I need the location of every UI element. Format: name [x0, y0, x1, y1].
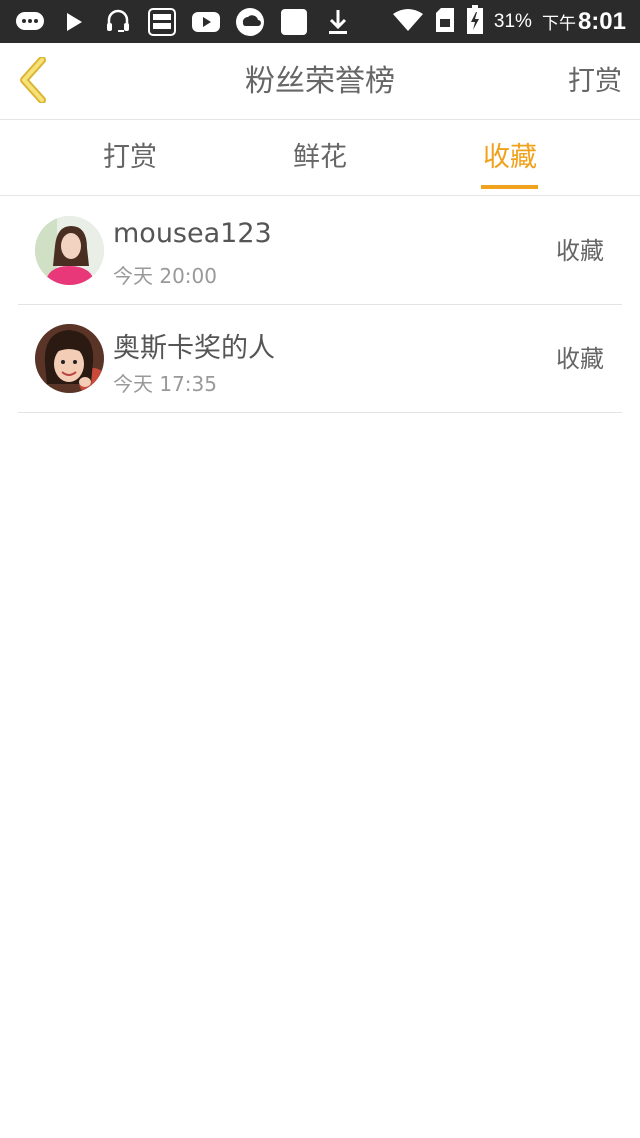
tab-flowers[interactable]: 鲜花 [245, 120, 395, 196]
list-item-action: 收藏 [556, 237, 604, 265]
list-item[interactable]: 奥斯卡奖的人 今天 17:35 收藏 [18, 305, 622, 413]
clock-time: 8:01 [577, 7, 626, 35]
list-item-time: 今天 17:35 [113, 372, 217, 396]
status-bar: 31% 下午 8:01 [0, 0, 640, 43]
list-item-name: 奥斯卡奖的人 [113, 333, 275, 364]
clock-ampm: 下午 [541, 13, 576, 33]
play-icon [58, 7, 90, 37]
list-item-action: 收藏 [556, 345, 604, 373]
tab-bar: 打赏 鲜花 收藏 [0, 120, 640, 196]
download-icon [322, 7, 354, 37]
sim-card-icon [434, 7, 456, 37]
wifi-icon [392, 8, 424, 36]
active-tab-indicator [481, 185, 538, 189]
avatar [35, 324, 104, 393]
list-item-name: mousea123 [113, 218, 272, 249]
headset-icon [102, 7, 134, 37]
battery-charging-icon [466, 4, 484, 39]
app-header: 粉丝荣誉榜 打赏 [0, 43, 640, 120]
game-center-icon [146, 7, 178, 37]
youtube-icon [190, 7, 222, 37]
status-clock: 下午 8:01 [542, 8, 626, 36]
avatar [35, 216, 104, 285]
blank-square-icon [278, 7, 310, 37]
tab-reward[interactable]: 打赏 [55, 120, 205, 196]
list-item-time: 今天 20:00 [113, 264, 217, 288]
weather-icon [234, 7, 266, 37]
battery-percentage: 31% [493, 10, 532, 32]
reward-button[interactable]: 打赏 [568, 43, 622, 120]
chat-bubble-icon [14, 7, 46, 37]
list-item[interactable]: mousea123 今天 20:00 收藏 [18, 197, 622, 305]
fan-list: mousea123 今天 20:00 收藏 奥斯卡奖的人 今天 17:35 收藏 [18, 197, 622, 413]
page-title: 粉丝荣誉榜 [245, 64, 395, 99]
